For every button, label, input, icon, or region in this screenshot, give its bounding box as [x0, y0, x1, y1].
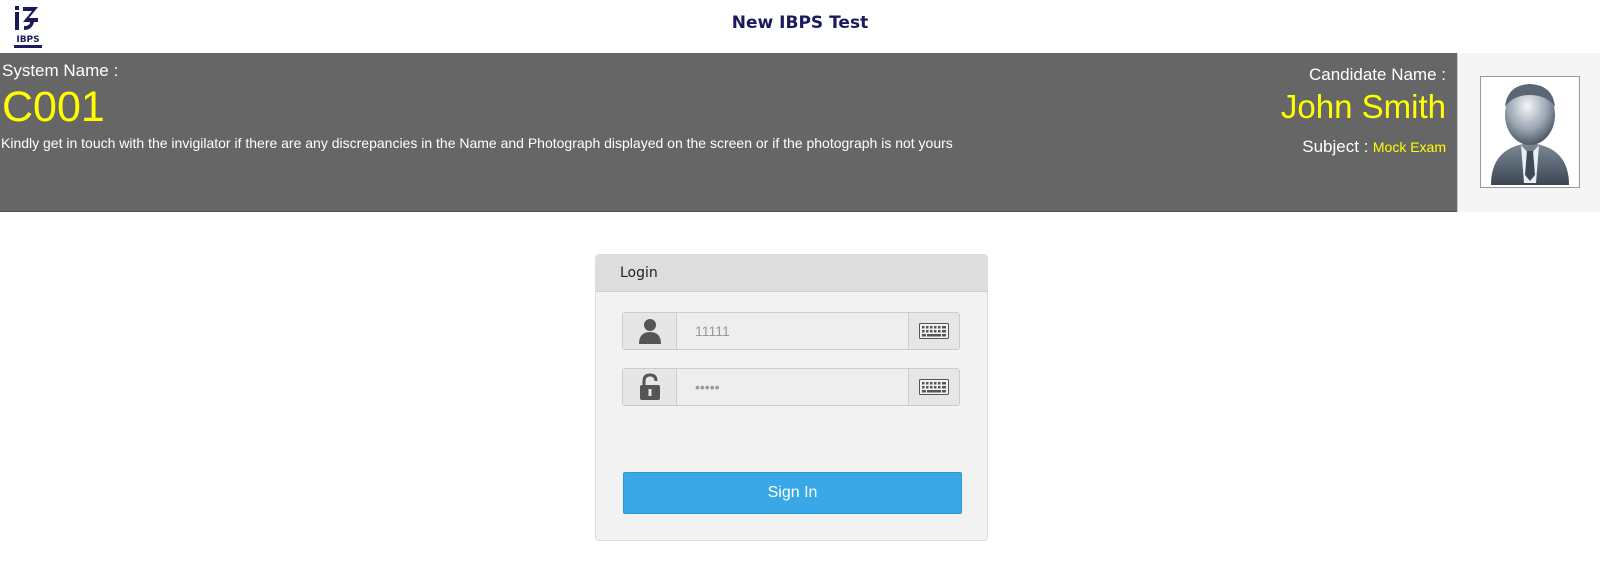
user-icon [623, 313, 677, 349]
subject-value: Mock Exam [1372, 139, 1446, 155]
username-input[interactable] [677, 313, 908, 349]
password-field [622, 368, 960, 406]
system-name-label: System Name : [2, 61, 119, 80]
username-field [622, 312, 960, 350]
subject-row: Subject : Mock Exam [1302, 137, 1446, 157]
subject-label: Subject : [1302, 137, 1369, 156]
sign-in-button[interactable]: Sign In [623, 472, 962, 514]
system-name-value: C001 [2, 83, 105, 131]
candidate-photo-panel [1457, 53, 1600, 212]
login-panel: Login 11111 ••••• Sign In [595, 254, 988, 541]
top-bar: IBPS New IBPS Test [0, 0, 1600, 53]
candidate-name-label: Candidate Name : [1308, 65, 1446, 84]
login-title: Login [596, 255, 987, 292]
avatar-icon [1491, 84, 1569, 185]
page-title: New IBPS Test [731, 13, 869, 33]
candidate-name-value: John Smith [1280, 88, 1446, 125]
discrepancy-notice: Kindly get in touch with the invigilator… [1, 135, 953, 151]
avatar [1480, 76, 1580, 188]
keyboard-icon[interactable] [908, 369, 959, 405]
password-input[interactable] [677, 369, 908, 405]
lock-icon [623, 369, 677, 405]
keyboard-icon[interactable] [908, 313, 959, 349]
candidate-banner: System Name : C001 Kindly get in touch w… [0, 53, 1600, 212]
svg-text:IBPS: IBPS [16, 35, 39, 45]
